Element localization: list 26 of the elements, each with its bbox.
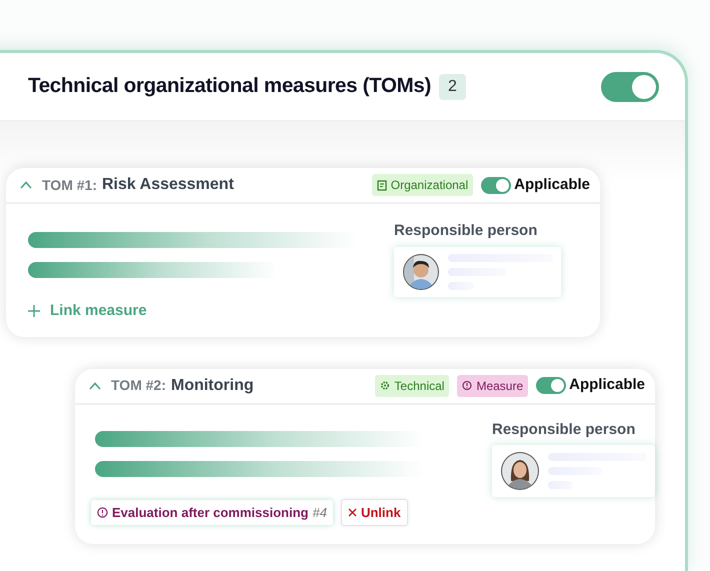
- field-label: Responsible person: [394, 221, 538, 241]
- toggle-label: Applicable: [514, 174, 590, 195]
- section-toggle[interactable]: [601, 72, 659, 102]
- close-icon: [348, 508, 357, 517]
- tag: Organizational: [372, 174, 474, 196]
- unlink-button[interactable]: Unlink: [340, 498, 408, 526]
- applicable-toggle[interactable]: [536, 377, 566, 394]
- plus-icon: [28, 305, 40, 318]
- field-label: Responsible person: [492, 420, 636, 440]
- tom-number: TOM #1:: [42, 176, 97, 194]
- document-icon: [376, 180, 387, 190]
- tag: Measure: [457, 374, 528, 396]
- chevron-up-icon[interactable]: [89, 382, 101, 390]
- section-title: Technical organizational measures (TOMs): [28, 73, 432, 100]
- linked-measure-chip[interactable]: Evaluation after commissioning #4: [91, 500, 333, 525]
- tom-name: Monitoring: [170, 376, 254, 396]
- info-icon: [97, 506, 108, 518]
- count-badge: 2: [439, 74, 466, 100]
- chevron-up-icon[interactable]: [20, 181, 32, 189]
- tom-name: Risk Assessment: [102, 175, 234, 195]
- tag: Technical: [375, 374, 450, 396]
- applicable-toggle[interactable]: [481, 176, 512, 194]
- toggle-label: Applicable: [569, 375, 645, 396]
- tom-number: TOM #2:: [111, 376, 166, 395]
- info-icon: [462, 380, 472, 391]
- gear-icon: [380, 380, 390, 391]
